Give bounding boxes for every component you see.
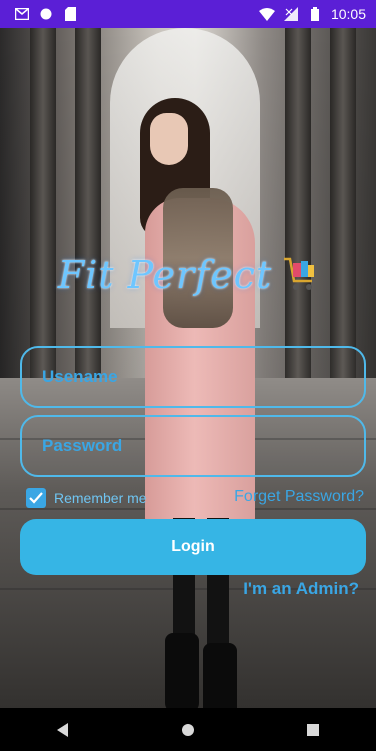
status-time: 10:05 xyxy=(330,6,366,22)
app-logo: Fit Perfect xyxy=(0,245,376,305)
signal-icon xyxy=(283,6,299,22)
circle-icon xyxy=(38,6,54,22)
navigation-bar xyxy=(0,708,376,751)
logo-text: Fit Perfect xyxy=(57,253,273,297)
status-right-icons: 10:05 xyxy=(258,6,366,22)
forget-password-link[interactable]: Forget Password? xyxy=(234,488,364,506)
login-button[interactable]: Login xyxy=(20,519,366,575)
remember-me[interactable]: Remember me xyxy=(26,488,147,508)
login-label: Login xyxy=(171,538,215,555)
sd-card-icon xyxy=(62,6,78,22)
home-icon[interactable] xyxy=(168,710,208,750)
model-boot xyxy=(165,633,199,713)
check-icon xyxy=(29,492,43,504)
password-input[interactable] xyxy=(40,435,364,457)
admin-link[interactable]: I'm an Admin? xyxy=(243,579,359,599)
model-photo xyxy=(125,88,285,738)
model-face xyxy=(150,113,188,165)
gmail-icon xyxy=(14,6,30,22)
username-field[interactable] xyxy=(20,346,366,408)
login-screen: 10:05 Fit Perfect Usename Remember me Fo… xyxy=(0,0,376,751)
remember-checkbox[interactable] xyxy=(26,488,46,508)
status-bar: 10:05 xyxy=(0,0,376,28)
shopping-cart-icon xyxy=(282,255,318,295)
back-icon[interactable] xyxy=(43,710,83,750)
battery-icon xyxy=(307,6,323,22)
status-left-icons xyxy=(14,6,78,22)
wifi-icon xyxy=(258,6,275,22)
username-input[interactable] xyxy=(40,366,364,388)
remember-label: Remember me xyxy=(54,490,147,506)
recents-icon[interactable] xyxy=(293,710,333,750)
password-field[interactable] xyxy=(20,415,366,477)
